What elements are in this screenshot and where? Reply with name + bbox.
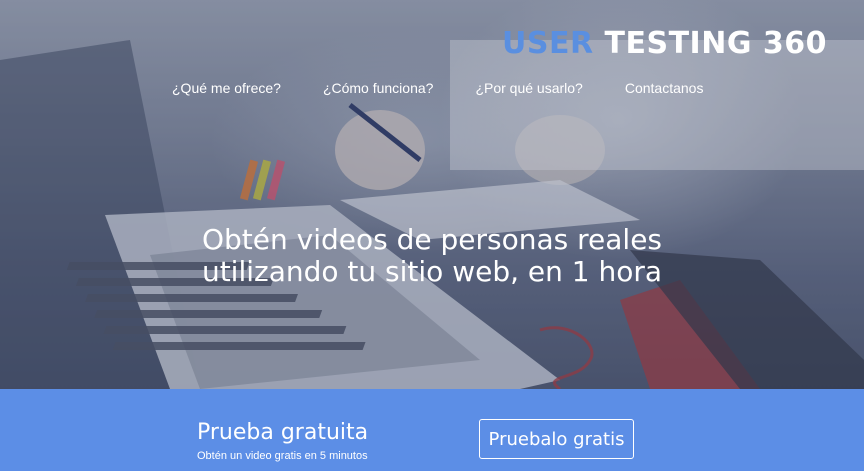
nav-item-por-que-usarlo[interactable]: ¿Por qué usarlo?: [475, 80, 582, 96]
logo-part-user: USER: [502, 26, 594, 61]
nav-item-contactanos[interactable]: Contactanos: [625, 80, 704, 96]
main-nav: ¿Qué me ofrece? ¿Cómo funciona? ¿Por qué…: [172, 80, 745, 96]
cta-subtitle: Obtén un video gratis en 5 minutos: [197, 450, 368, 462]
hero-headline-line1: Obtén videos de personas reales: [201, 223, 663, 256]
logo[interactable]: USER TESTING 360: [502, 26, 827, 61]
hero-section: USER TESTING 360 ¿Qué me ofrece? ¿Cómo f…: [0, 0, 864, 389]
cta-title: Prueba gratuita: [197, 420, 369, 445]
nav-item-como-funciona[interactable]: ¿Cómo funciona?: [323, 80, 434, 96]
logo-part-testing: TESTING 360: [604, 26, 828, 61]
nav-item-que-ofrece[interactable]: ¿Qué me ofrece?: [172, 80, 281, 96]
try-free-button[interactable]: Pruebalo gratis: [479, 419, 634, 459]
hero-headline: Obtén videos de personas reales utilizan…: [0, 224, 864, 288]
hero-headline-line2: utilizando tu sitio web, en 1 hora: [201, 255, 663, 288]
cta-bar: [0, 389, 864, 471]
